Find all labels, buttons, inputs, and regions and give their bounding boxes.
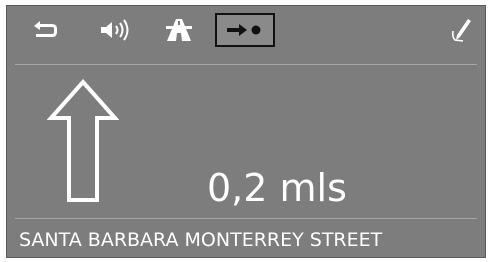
toolbar [7, 6, 485, 56]
back-button[interactable] [25, 13, 65, 47]
navigation-screen: 0,2 mls SANTA BARBARA MONTERREY STREET [6, 5, 486, 258]
straight-up-arrow-icon [46, 78, 120, 202]
street-name: SANTA BARBARA MONTERREY STREET [19, 229, 383, 251]
destination-view-button[interactable] [215, 13, 275, 47]
arrow-to-destination-icon [227, 24, 261, 36]
distance-readout: 0,2 mls [207, 166, 347, 210]
edit-button[interactable] [447, 13, 477, 47]
motorway-button[interactable] [159, 13, 199, 47]
direction-arrow [46, 78, 120, 204]
return-arrow-icon [34, 21, 57, 37]
motorway-icon [166, 19, 192, 41]
volume-button[interactable] [93, 13, 137, 47]
toolbar-divider [15, 64, 477, 65]
pen-edit-icon [451, 19, 471, 42]
street-divider [15, 218, 477, 219]
speaker-volume-icon [101, 19, 129, 41]
